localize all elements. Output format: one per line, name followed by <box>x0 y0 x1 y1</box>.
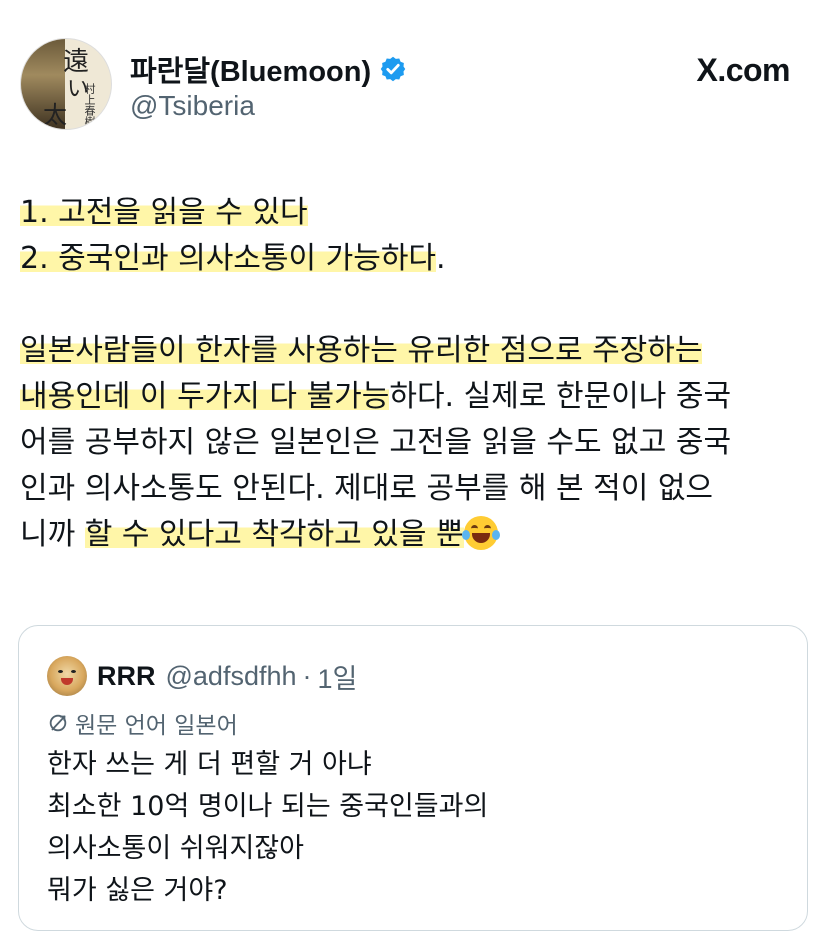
quoted-tweet-text: 한자 쓰는 게 더 편할 거 아냐 최소한 10억 명이나 되는 중국인들과의 … <box>47 744 488 912</box>
tweet-line-4: 내용인데 이 두가지 다 불가능하다. 실제로 한문이나 중국 <box>20 374 810 420</box>
highlight-5: 할 수 있다고 착각하고 있을 뿐 <box>84 517 464 552</box>
avatar-author-name: 村上春樹 <box>83 83 96 127</box>
quoted-timestamp[interactable]: 1일 <box>318 657 358 696</box>
tweet-line-2-tail: . <box>436 241 446 276</box>
tweet-line-1: 1. 고전을 읽을 수 있다 <box>20 190 810 236</box>
translation-notice[interactable]: 원문 언어 일본어 <box>47 706 238 740</box>
highlight-1: 1. 고전을 읽을 수 있다 <box>20 195 308 230</box>
quoted-line-3: 의사소통이 쉬워지잖아 <box>47 833 304 864</box>
quoted-line-2: 최소한 10억 명이나 되는 중국인들과의 <box>47 791 489 822</box>
tweet-text: 1. 고전을 읽을 수 있다 2. 중국인과 의사소통이 가능하다. 일본사람들… <box>20 190 810 558</box>
verified-badge-icon <box>380 56 406 82</box>
quoted-author-name[interactable]: RRR <box>97 661 156 692</box>
tweet-line-5: 어를 공부하지 않은 일본인은 고전을 읽을 수도 없고 중국 <box>20 425 732 460</box>
translate-icon <box>49 714 67 732</box>
separator-dot: · <box>302 660 312 691</box>
author-handle[interactable]: @Tsiberia <box>130 90 255 122</box>
author-display-name[interactable]: 파란달(Bluemoon) <box>130 48 371 90</box>
name-row: 파란달(Bluemoon) <box>130 48 407 90</box>
quoted-author-handle[interactable]: @adfsdfhh <box>166 661 297 692</box>
tweet-line-7: 니까 할 수 있다고 착각하고 있을 뿐 <box>20 512 810 558</box>
tweet-line-4-rest: 하다. 실제로 한문이나 중국 <box>389 379 732 414</box>
tweet-line-2: 2. 중국인과 의사소통이 가능하다. <box>20 236 810 282</box>
quoted-tweet[interactable]: RRR @adfsdfhh · 1일 원문 언어 일본어 한자 쓰는 게 더 편… <box>18 625 808 931</box>
x-logo[interactable]: X.com <box>696 52 790 89</box>
translation-label: 원문 언어 일본어 <box>75 713 238 739</box>
tweet-line-6: 인과 의사소통도 안된다. 제대로 공부를 해 본 적이 없으 <box>20 471 714 506</box>
quoted-line-4: 뭐가 싫은 거야? <box>47 875 228 906</box>
tweet-line-3: 일본사람들이 한자를 사용하는 유리한 점으로 주장하는 <box>20 328 810 374</box>
highlight-2: 2. 중국인과 의사소통이 가능하다 <box>20 241 437 276</box>
author-avatar[interactable]: 遠 い 太 村上春樹 <box>20 38 112 130</box>
tweet-line-7-pre: 니까 <box>20 517 85 552</box>
quoted-line-1: 한자 쓰는 게 더 편할 거 아냐 <box>47 749 372 780</box>
highlight-4: 내용인데 이 두가지 다 불가능 <box>20 379 390 414</box>
highlight-3: 일본사람들이 한자를 사용하는 유리한 점으로 주장하는 <box>20 333 703 368</box>
tears-of-joy-emoji-icon <box>461 516 500 550</box>
quoted-author-avatar[interactable] <box>47 656 87 696</box>
quoted-tweet-header: RRR @adfsdfhh · 1일 <box>47 656 357 696</box>
tweet-header: 遠 い 太 村上春樹 파란달(Bluemoon) @Tsiberia X.com <box>20 38 810 134</box>
avatar-char-3: 太 <box>43 101 67 129</box>
